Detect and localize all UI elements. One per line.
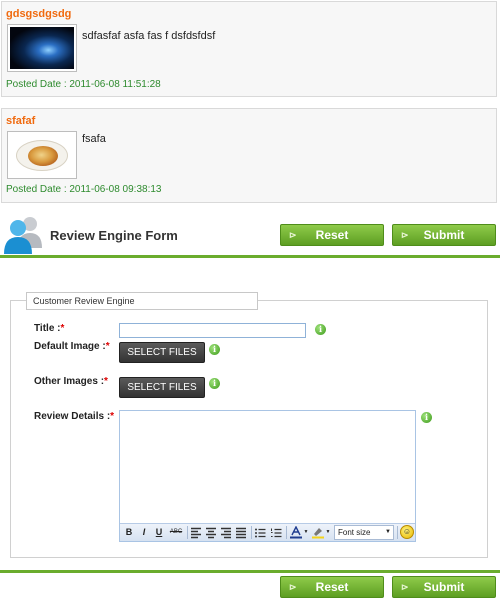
space-photo: [10, 27, 74, 69]
fieldset-legend: Customer Review Engine: [26, 292, 258, 310]
underline-button[interactable]: U: [154, 526, 164, 539]
submit-button[interactable]: ⊳ Submit: [392, 224, 496, 246]
title-label-text: Title :: [34, 323, 61, 334]
post-title[interactable]: sfafaf: [6, 115, 35, 127]
toolbar-separator: [187, 526, 188, 539]
post-title[interactable]: gdsgsdgsdg: [6, 8, 71, 20]
required-mark: *: [104, 376, 108, 387]
info-icon[interactable]: i: [209, 344, 220, 355]
submit-button[interactable]: ⊳ Submit: [392, 576, 496, 598]
reset-button[interactable]: ⊳ Reset: [280, 224, 384, 246]
italic-button[interactable]: I: [139, 526, 149, 539]
text-color-icon[interactable]: [289, 526, 303, 539]
required-mark: *: [105, 341, 110, 352]
title-input[interactable]: [119, 323, 306, 338]
align-left-icon[interactable]: [190, 526, 202, 539]
strikethrough-button[interactable]: ABC: [168, 526, 184, 539]
post-card: sfafaf fsafa Posted Date : 2011-06-08 09…: [1, 108, 497, 203]
arrow-icon: ⊳: [289, 582, 297, 592]
arrow-icon: ⊳: [401, 230, 409, 240]
default-image-label-text: Default Image :: [34, 341, 106, 352]
post-date: Posted Date : 2011-06-08 11:51:28: [6, 79, 161, 90]
other-images-label: Other Images :*: [34, 376, 108, 387]
review-details-label: Review Details :*: [34, 411, 114, 422]
pasta-plate-photo: [10, 134, 74, 176]
reset-label: Reset: [315, 228, 349, 242]
review-details-label-text: Review Details :: [34, 411, 111, 422]
align-justify-icon[interactable]: [235, 526, 247, 539]
post-thumbnail[interactable]: [7, 24, 77, 72]
arrow-icon: ⊳: [401, 582, 409, 592]
review-details-editor[interactable]: B I U ABC ▼ ▼ Font size ▼ ☺: [119, 410, 416, 542]
post-body: fsafa: [82, 133, 106, 145]
toolbar-separator: [286, 526, 287, 539]
title-label: Title :*: [34, 323, 64, 334]
form-header: Review Engine Form ⊳ Reset ⊳ Submit: [0, 210, 500, 258]
bottom-action-bar: ⊳ Reset ⊳ Submit: [0, 570, 500, 609]
bullet-list-icon[interactable]: [254, 526, 266, 539]
numbered-list-icon[interactable]: [270, 526, 282, 539]
editor-toolbar: B I U ABC ▼ ▼ Font size ▼ ☺: [120, 523, 415, 541]
post-thumbnail[interactable]: [7, 131, 77, 179]
font-size-select[interactable]: Font size ▼: [334, 525, 394, 540]
dropdown-arrow-icon[interactable]: ▼: [325, 526, 331, 539]
info-icon[interactable]: i: [421, 412, 432, 423]
default-image-select-button[interactable]: SELECT FILES: [119, 342, 205, 363]
required-mark: *: [110, 411, 115, 422]
other-images-label-text: Other Images :: [34, 376, 105, 387]
info-icon[interactable]: i: [315, 324, 326, 335]
users-icon: [4, 217, 42, 254]
reset-label: Reset: [315, 580, 349, 594]
bold-button[interactable]: B: [124, 526, 134, 539]
post-date: Posted Date : 2011-06-08 09:38:13: [6, 184, 162, 195]
submit-label: Submit: [423, 228, 465, 242]
reset-button[interactable]: ⊳ Reset: [280, 576, 384, 598]
chevron-down-icon: ▼: [385, 529, 391, 535]
form-title: Review Engine Form: [50, 228, 178, 243]
post-body: sdfasfaf asfa fas f dsfdsfdsf: [82, 30, 216, 42]
dropdown-arrow-icon[interactable]: ▼: [303, 526, 309, 539]
submit-label: Submit: [423, 580, 465, 594]
default-image-label: Default Image :*: [34, 341, 110, 352]
other-images-select-button[interactable]: SELECT FILES: [119, 377, 205, 398]
align-right-icon[interactable]: [220, 526, 232, 539]
smiley-icon[interactable]: ☺: [400, 525, 414, 539]
toolbar-separator: [251, 526, 252, 539]
align-center-icon[interactable]: [205, 526, 217, 539]
font-size-label: Font size: [338, 528, 371, 537]
arrow-icon: ⊳: [289, 230, 297, 240]
toolbar-separator: [397, 526, 398, 539]
info-icon[interactable]: i: [209, 378, 220, 389]
post-card: gdsgsdgsdg sdfasfaf asfa fas f dsfdsfdsf…: [1, 1, 497, 97]
required-mark: *: [60, 323, 65, 334]
highlight-color-icon[interactable]: [311, 526, 325, 539]
